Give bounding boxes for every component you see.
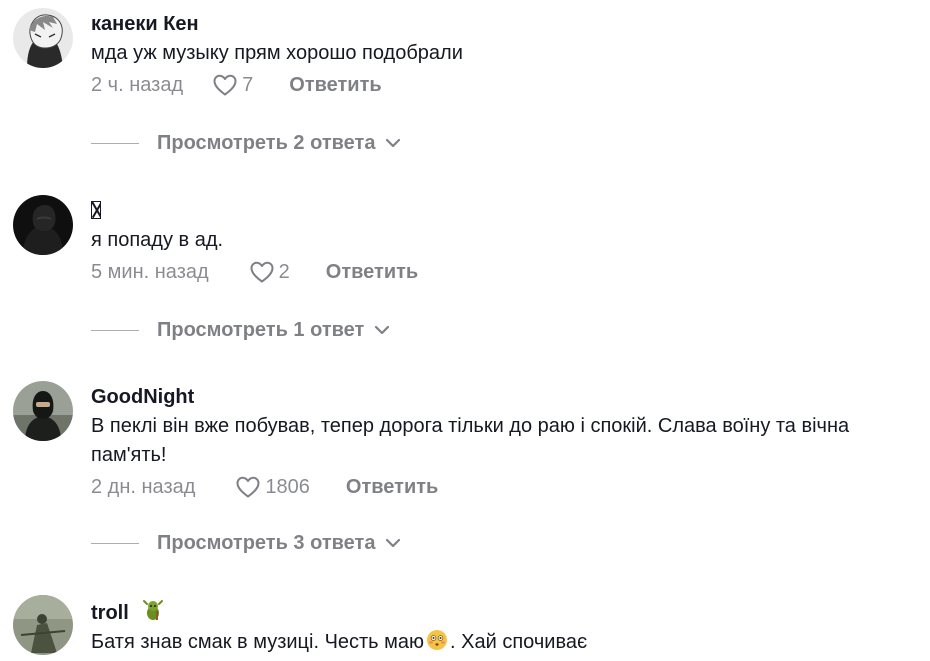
avatar[interactable] bbox=[13, 195, 73, 255]
like-count: 1806 bbox=[265, 475, 310, 498]
view-replies-button[interactable]: Просмотреть 2 ответа bbox=[91, 129, 401, 157]
comment-meta: 2 дн. назад 1806 Ответить bbox=[91, 472, 920, 502]
avatar-image bbox=[13, 381, 73, 441]
heart-outline-icon bbox=[213, 74, 237, 96]
view-replies-label: Просмотреть 1 ответ bbox=[157, 318, 365, 341]
divider-line bbox=[91, 542, 139, 544]
avatar-image bbox=[13, 8, 73, 68]
comment-time: 2 дн. назад bbox=[91, 475, 196, 498]
view-replies-button[interactable]: Просмотреть 1 ответ bbox=[91, 316, 390, 344]
heart-outline-icon bbox=[250, 261, 274, 283]
comment-text: я попаду в ад. bbox=[91, 229, 224, 251]
flushed-face-emoji-icon bbox=[427, 630, 448, 650]
reply-button[interactable]: Ответить bbox=[289, 74, 381, 97]
reply-button[interactable]: Ответить bbox=[326, 261, 418, 284]
like-button[interactable]: 1806 bbox=[235, 475, 310, 499]
unsupported-glyph-icon bbox=[91, 201, 101, 219]
like-count: 7 bbox=[242, 73, 254, 96]
troll-emoji-icon bbox=[143, 600, 164, 620]
divider-line bbox=[91, 142, 139, 144]
comment-meta: 2 ч. назад 7 Ответить bbox=[91, 70, 920, 100]
like-button[interactable]: 2 bbox=[249, 260, 290, 284]
comment-author[interactable] bbox=[91, 199, 920, 223]
chevron-down-icon bbox=[375, 325, 390, 335]
view-replies-label: Просмотреть 3 ответа bbox=[157, 531, 376, 554]
chevron-down-icon bbox=[386, 538, 401, 548]
comment-time: 5 мин. назад bbox=[91, 260, 209, 283]
avatar[interactable] bbox=[13, 381, 73, 441]
view-replies-button[interactable]: Просмотреть 3 ответа bbox=[91, 529, 401, 557]
comment-author[interactable]: канеки Кен bbox=[91, 12, 920, 36]
avatar[interactable] bbox=[13, 8, 73, 68]
avatar-image bbox=[13, 595, 73, 655]
heart-outline-icon bbox=[236, 476, 260, 498]
avatar-image bbox=[13, 195, 73, 255]
comment-author[interactable]: GoodNight bbox=[91, 385, 920, 409]
like-button[interactable]: 7 bbox=[212, 73, 253, 97]
comment-time: 2 ч. назад bbox=[91, 73, 184, 96]
comment-meta: 5 мин. назад 2 Ответить bbox=[91, 257, 920, 287]
like-count: 2 bbox=[278, 260, 290, 283]
chevron-down-icon bbox=[386, 138, 401, 148]
divider-line bbox=[91, 329, 139, 331]
avatar[interactable] bbox=[13, 595, 73, 655]
view-replies-label: Просмотреть 2 ответа bbox=[157, 131, 376, 154]
reply-button[interactable]: Ответить bbox=[346, 476, 438, 499]
comment-text: В пеклі він вже побував, тепер дорога ті… bbox=[91, 415, 850, 466]
comment-text: Батя знав смак в музиці. Честь маю . Хай… bbox=[91, 630, 588, 653]
comment-author[interactable]: troll bbox=[91, 599, 920, 625]
comment-text: мда уж музыку прям хорошо подобрали bbox=[91, 42, 463, 64]
